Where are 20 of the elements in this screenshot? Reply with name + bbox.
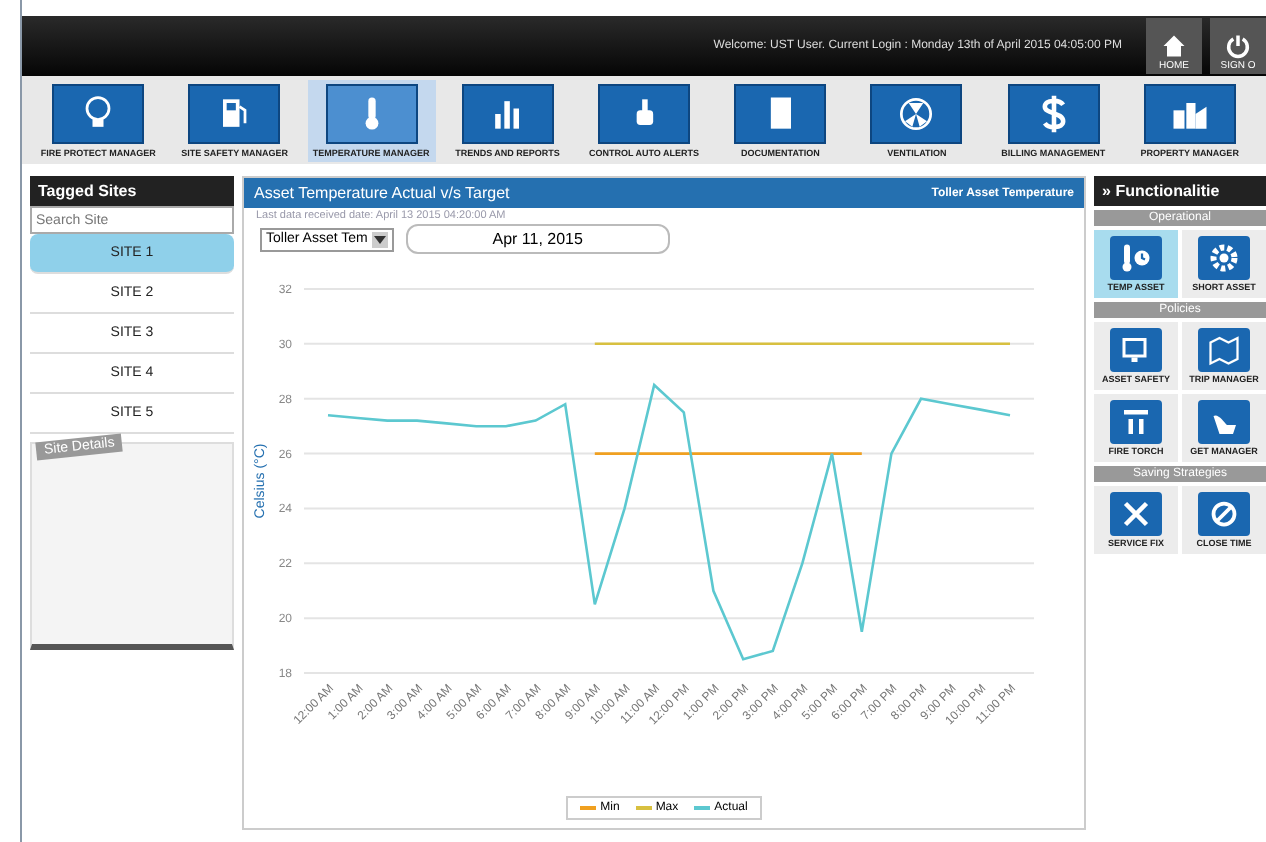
thermometer-icon [364, 96, 378, 129]
caret-icon [371, 231, 388, 247]
date-field[interactable]: Apr 11, 2015 [405, 224, 670, 254]
dollar-icon [1041, 92, 1065, 134]
gear-icon [1210, 244, 1238, 272]
power-icon [1224, 32, 1252, 60]
fuel-pump-icon [223, 98, 248, 126]
no-sign-icon [1211, 501, 1237, 527]
lightbulb-icon [85, 95, 111, 126]
thermometer-clock-icon [1122, 244, 1150, 272]
panel-title: Asset Temperature Actual v/s Target [254, 184, 510, 202]
bar-chart-icon [494, 100, 519, 128]
monitor-icon [1122, 338, 1147, 362]
sidebar-title: Tagged Sites [30, 176, 234, 206]
functionalities-title: » Functionalitie [1094, 176, 1266, 206]
buildings-icon [1173, 102, 1207, 128]
fan-icon [900, 96, 933, 130]
map-icon [1209, 336, 1239, 366]
document-icon [771, 96, 792, 128]
home-icon [1160, 32, 1188, 60]
